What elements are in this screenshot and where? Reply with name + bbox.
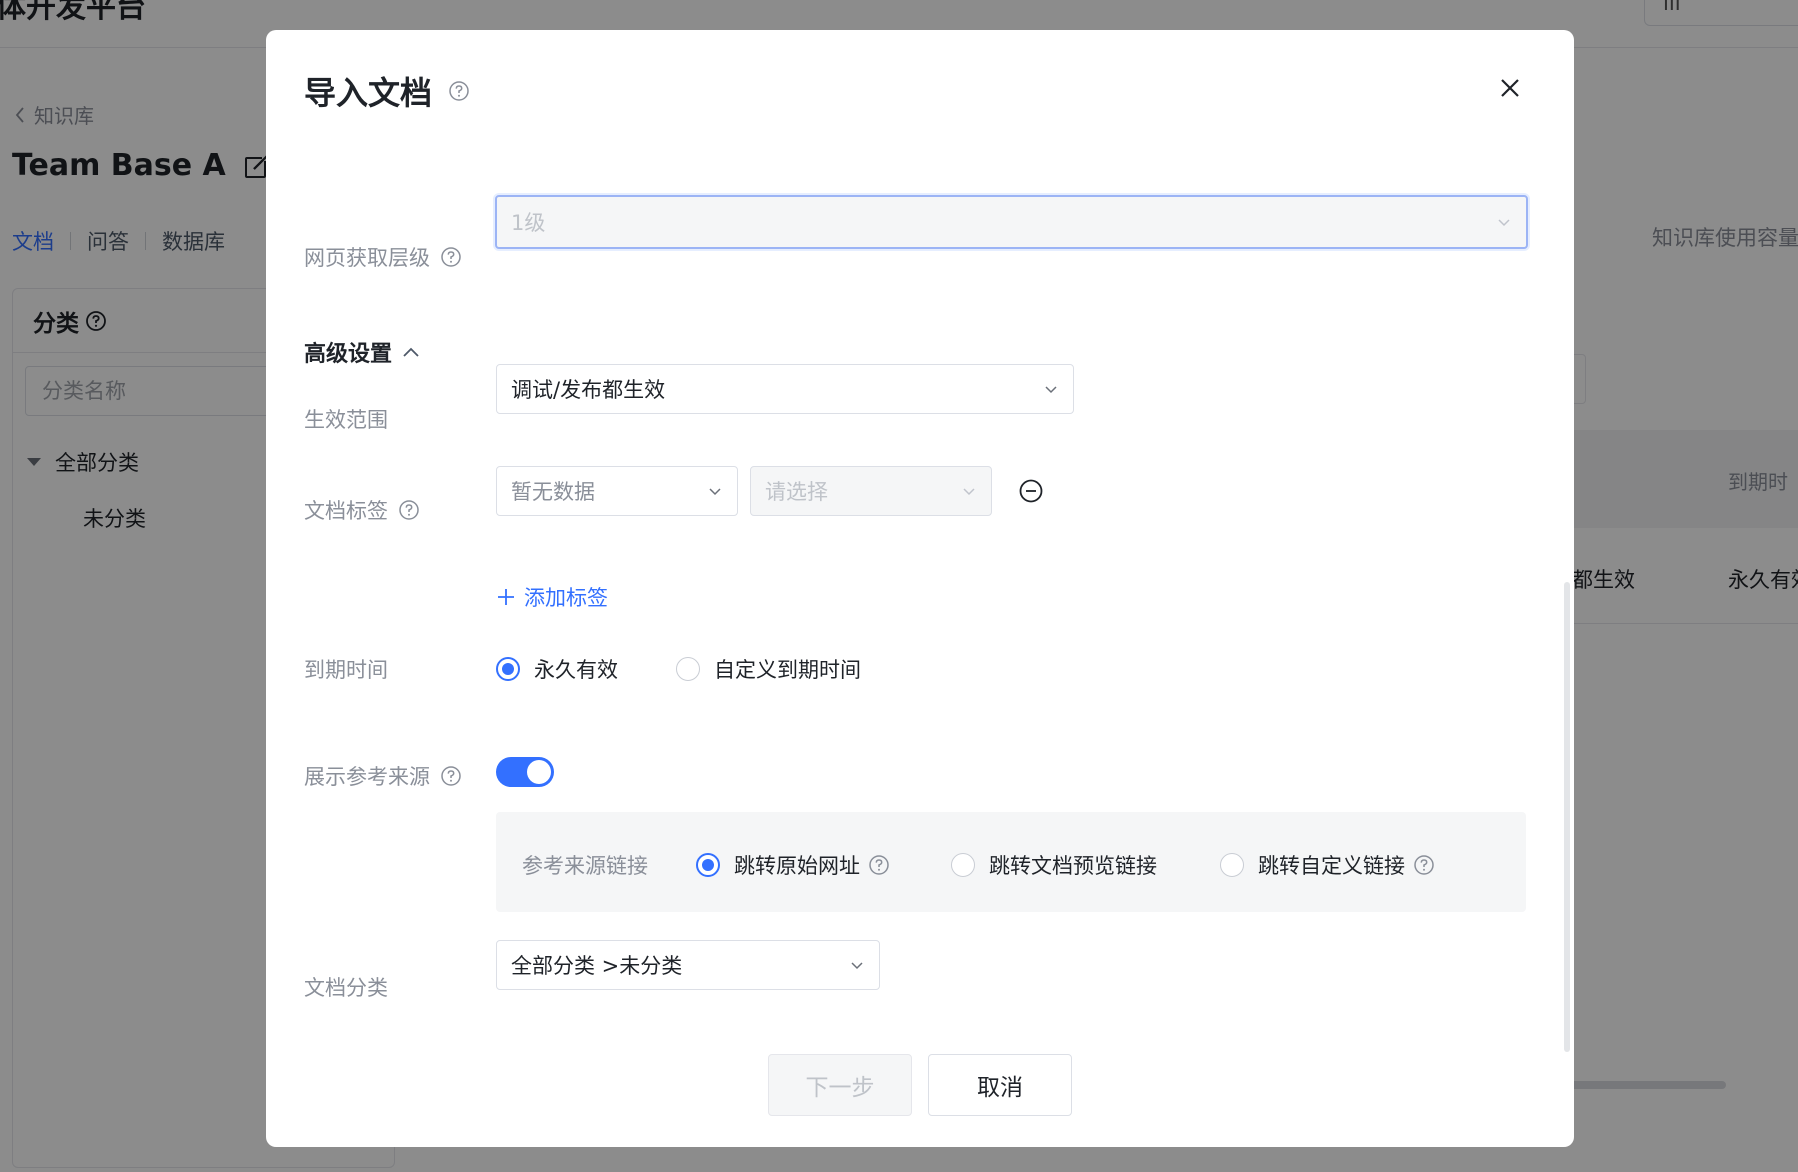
crawl-level-value: 1级 — [511, 211, 546, 235]
expiry-option-permanent[interactable]: 永久有效 — [496, 654, 618, 684]
scope-value: 调试/发布都生效 — [511, 378, 666, 402]
doc-tags-label-text: 文档标签 — [304, 499, 388, 523]
help-icon[interactable] — [448, 80, 470, 102]
show-source-label: 展示参考来源 — [304, 761, 462, 791]
doc-tags-label: 文档标签 — [304, 495, 420, 525]
show-source-label-text: 展示参考来源 — [304, 765, 430, 789]
source-link-label: 参考来源链接 — [522, 854, 648, 878]
help-icon[interactable] — [398, 499, 420, 521]
add-tag-button[interactable]: 添加标签 — [496, 582, 608, 612]
add-tag-label: 添加标签 — [524, 586, 608, 610]
tag-key-select[interactable]: 暂无数据 — [496, 466, 738, 516]
help-icon[interactable] — [440, 765, 462, 787]
import-document-modal: 导入文档 网页获取层级 1级 高级设置 生效范围 调试/发布都生效 文档标签 暂… — [266, 30, 1574, 1147]
cancel-button[interactable]: 取消 — [928, 1054, 1072, 1116]
expiry-label-text: 到期时间 — [304, 658, 388, 682]
source-link-box: 参考来源链接 跳转原始网址 跳转文档预览链接 跳转自定义链接 — [496, 812, 1526, 912]
expiry-option-permanent-label: 永久有效 — [534, 658, 618, 682]
help-icon[interactable] — [440, 246, 462, 268]
chevron-down-icon — [1045, 386, 1057, 394]
source-option-original-url-label: 跳转原始网址 — [734, 854, 860, 878]
radio-unchecked[interactable] — [951, 853, 975, 877]
radio-unchecked[interactable] — [676, 657, 700, 681]
doc-category-value: 全部分类 >未分类 — [511, 954, 683, 978]
advanced-settings-toggle[interactable]: 高级设置 — [304, 336, 420, 368]
modal-title-text: 导入文档 — [304, 74, 433, 112]
plus-icon — [498, 589, 514, 605]
source-option-original-url[interactable]: 跳转原始网址 — [696, 850, 890, 880]
doc-category-label: 文档分类 — [304, 972, 388, 1002]
scope-select[interactable]: 调试/发布都生效 — [496, 364, 1074, 414]
tag-value-placeholder: 请选择 — [765, 480, 828, 504]
help-icon[interactable] — [1413, 854, 1435, 876]
source-option-preview-link[interactable]: 跳转文档预览链接 — [951, 850, 1157, 880]
advanced-settings-label: 高级设置 — [304, 342, 393, 367]
remove-tag-icon[interactable] — [1018, 478, 1044, 504]
expiry-option-custom-label: 自定义到期时间 — [714, 658, 861, 682]
crawl-level-label: 网页获取层级 — [304, 242, 462, 272]
radio-checked[interactable] — [496, 657, 520, 681]
tag-key-value: 暂无数据 — [511, 480, 595, 504]
close-icon[interactable] — [1494, 72, 1526, 104]
show-source-switch[interactable] — [496, 757, 554, 787]
crawl-level-select[interactable]: 1级 — [495, 195, 1528, 249]
tag-value-select[interactable]: 请选择 — [750, 466, 992, 516]
modal-scrollbar[interactable] — [1564, 582, 1570, 1052]
chevron-up-icon — [403, 347, 419, 357]
doc-category-label-text: 文档分类 — [304, 976, 388, 1000]
radio-checked[interactable] — [696, 853, 720, 877]
source-option-custom-link-label: 跳转自定义链接 — [1258, 854, 1405, 878]
radio-unchecked[interactable] — [1220, 853, 1244, 877]
next-step-button[interactable]: 下一步 — [768, 1054, 912, 1116]
doc-category-select[interactable]: 全部分类 >未分类 — [496, 940, 880, 990]
source-option-preview-link-label: 跳转文档预览链接 — [989, 854, 1157, 878]
help-icon[interactable] — [868, 854, 890, 876]
chevron-down-icon — [709, 488, 721, 496]
crawl-level-label-text: 网页获取层级 — [304, 246, 430, 270]
expiry-option-custom[interactable]: 自定义到期时间 — [676, 654, 861, 684]
source-option-custom-link[interactable]: 跳转自定义链接 — [1220, 850, 1435, 880]
scope-label: 生效范围 — [304, 404, 388, 434]
modal-title: 导入文档 — [304, 68, 470, 114]
chevron-down-icon — [851, 962, 863, 970]
chevron-down-icon — [963, 488, 975, 496]
chevron-down-icon — [1498, 219, 1510, 227]
expiry-label: 到期时间 — [304, 654, 388, 684]
scope-label-text: 生效范围 — [304, 408, 388, 432]
